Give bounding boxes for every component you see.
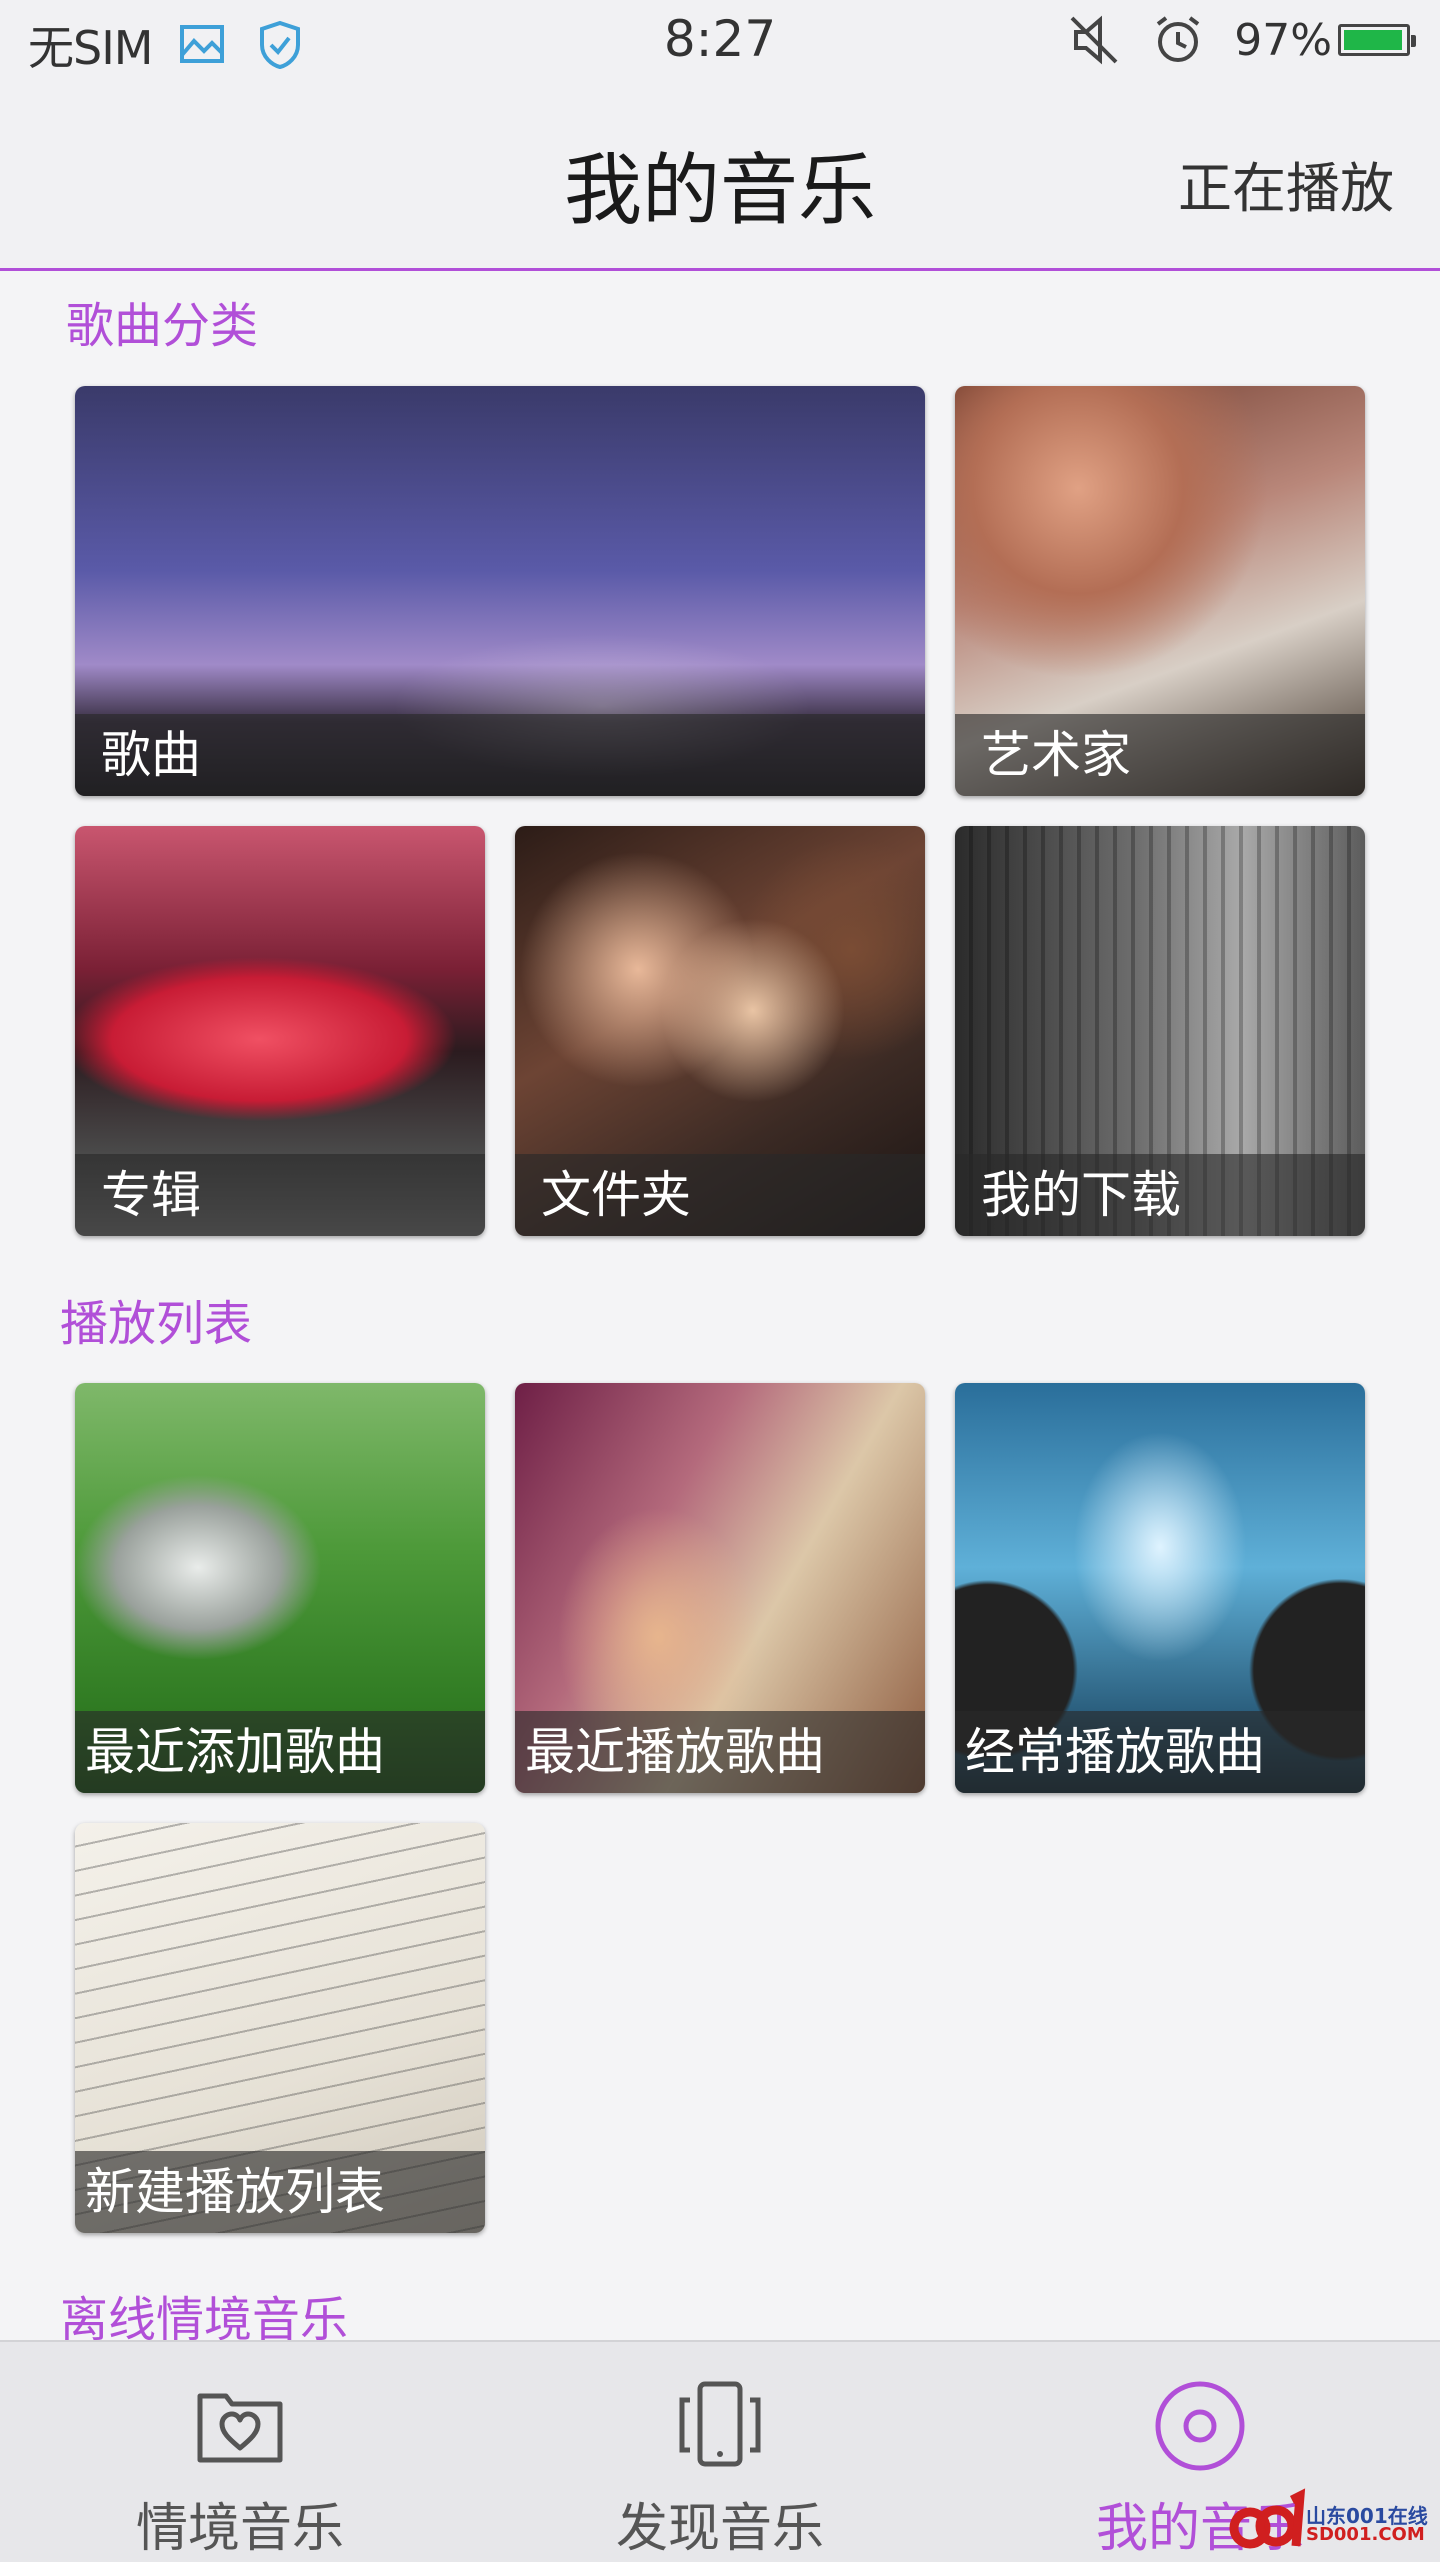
- tile-songs[interactable]: 歌曲: [75, 386, 925, 796]
- now-playing-button[interactable]: 正在播放: [1178, 144, 1394, 223]
- status-bar: 无SIM 8:27 97%: [0, 0, 1440, 84]
- tile-label: 最近播放歌曲: [515, 1711, 925, 1793]
- tile-label: 经常播放歌曲: [955, 1711, 1365, 1793]
- shield-icon: [260, 20, 301, 70]
- battery-percent: 97%: [1234, 14, 1332, 66]
- tile-folders[interactable]: 文件夹: [515, 826, 925, 1236]
- tile-recently-played[interactable]: 最近播放歌曲: [515, 1383, 925, 1793]
- nav-label: 发现音乐: [615, 2499, 824, 2559]
- nav-label: 情境音乐: [135, 2499, 344, 2559]
- section-title-playlists: 播放列表: [60, 1296, 253, 1352]
- alarm-icon: [1157, 16, 1200, 62]
- tile-recently-added[interactable]: 最近添加歌曲: [75, 1383, 485, 1793]
- disc-icon: [1155, 2381, 1245, 2471]
- tile-artists[interactable]: 艺术家: [955, 386, 1365, 796]
- mute-icon: [1070, 15, 1118, 65]
- battery-icon: [1338, 24, 1416, 56]
- app-header: 我的音乐 正在播放: [0, 84, 1440, 271]
- watermark-url: SD001.COM: [1306, 2524, 1425, 2545]
- tile-label: 专辑: [75, 1154, 485, 1236]
- tile-label: 艺术家: [955, 714, 1365, 796]
- tile-frequently-played[interactable]: 经常播放歌曲: [955, 1383, 1365, 1793]
- tile-label: 新建播放列表: [75, 2151, 485, 2233]
- carrier-label: 无SIM: [28, 21, 153, 75]
- watermark-logo: 山东001在线 SD001.COM: [1226, 2482, 1436, 2560]
- section-title-categories: 歌曲分类: [66, 298, 259, 354]
- watermark-icon: [1229, 2488, 1306, 2549]
- tile-new-playlist[interactable]: 新建播放列表: [75, 1823, 485, 2233]
- folder-heart-icon: [197, 2393, 283, 2463]
- nav-scene-music[interactable]: 情境音乐: [0, 2342, 480, 2562]
- tile-label: 歌曲: [75, 714, 925, 796]
- tile-albums[interactable]: 专辑: [75, 826, 485, 1236]
- tile-downloads[interactable]: 我的下载: [955, 826, 1365, 1236]
- gallery-icon: [180, 25, 225, 63]
- phone-discover-icon: [679, 2381, 761, 2467]
- bottom-nav: 情境音乐 发现音乐 我的音乐 山东001在线 SD001.COM: [0, 2340, 1440, 2562]
- tile-label: 最近添加歌曲: [75, 1711, 485, 1793]
- battery-level-fill: [1344, 30, 1403, 50]
- tile-label: 我的下载: [955, 1154, 1365, 1236]
- nav-discover-music[interactable]: 发现音乐: [480, 2342, 960, 2562]
- tile-label: 文件夹: [515, 1154, 925, 1236]
